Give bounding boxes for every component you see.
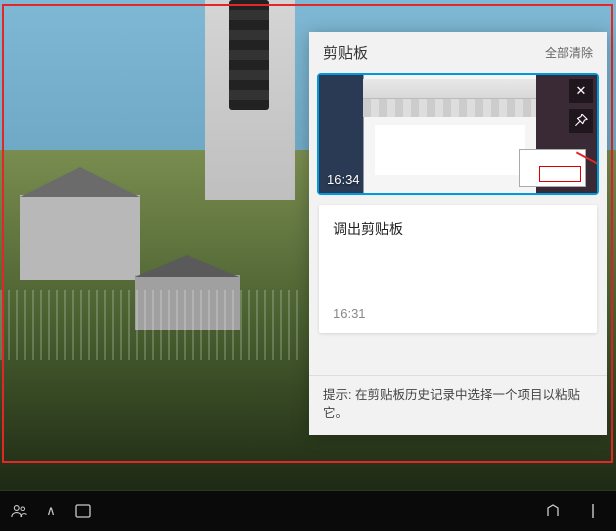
screenshot-preview: [319, 75, 597, 193]
clipboard-item-image[interactable]: ✕ 16:34: [319, 75, 597, 193]
wallpaper-house: [20, 195, 140, 280]
clipboard-item-timestamp: 16:31: [333, 276, 583, 327]
people-icon: [10, 502, 28, 520]
ime-icon: [75, 504, 91, 518]
people-tray-icon[interactable]: [8, 500, 30, 522]
tray-overflow-button[interactable]: ∧: [40, 500, 62, 522]
clipboard-items-list: ✕ 16:34 调出剪贴板 16:31: [309, 69, 607, 375]
clipboard-item-text[interactable]: 调出剪贴板 16:31: [319, 205, 597, 333]
generic-tray-icon: [545, 503, 561, 519]
clipboard-header: 剪贴板 全部清除: [309, 32, 607, 69]
close-icon: ✕: [576, 83, 587, 99]
clipboard-item-content: 调出剪贴板: [333, 219, 583, 239]
taskbar[interactable]: ∧: [0, 491, 616, 531]
clear-all-button[interactable]: 全部清除: [545, 44, 593, 61]
clipboard-item-thumbnail: [319, 75, 597, 193]
pin-item-button[interactable]: [569, 109, 593, 133]
pin-icon: [574, 114, 588, 128]
wallpaper-fence: [0, 290, 300, 360]
delete-item-button[interactable]: ✕: [569, 79, 593, 103]
clipboard-hint-text: 提示: 在剪贴板历史记录中选择一个项目以粘贴它。: [309, 375, 607, 436]
tray-icon[interactable]: [582, 500, 604, 522]
clipboard-title: 剪贴板: [323, 42, 368, 63]
wallpaper-lighthouse: [205, 0, 295, 200]
divider-icon: [591, 504, 595, 518]
tray-icon[interactable]: [542, 500, 564, 522]
clipboard-item-actions: ✕: [569, 79, 593, 133]
chevron-up-icon: ∧: [46, 503, 56, 519]
clipboard-item-timestamp: 16:34: [327, 172, 360, 187]
clipboard-history-panel[interactable]: 剪贴板 全部清除 ✕: [309, 32, 607, 435]
ime-indicator[interactable]: [72, 500, 94, 522]
desktop-wallpaper: 剪贴板 全部清除 ✕: [0, 0, 616, 531]
